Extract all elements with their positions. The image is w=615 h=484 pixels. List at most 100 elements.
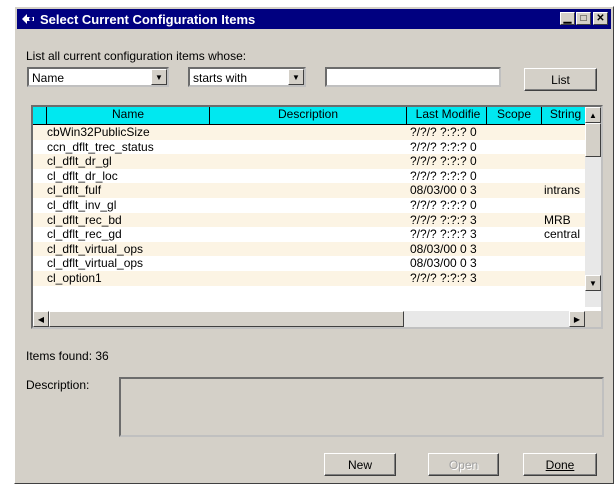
cell-scope (487, 169, 542, 184)
scroll-down-icon[interactable]: ▼ (585, 275, 601, 291)
filter-value-input[interactable] (325, 67, 501, 87)
row-selector (33, 140, 47, 155)
column-header-description[interactable]: Description (210, 107, 407, 125)
cell-name: cl_dflt_virtual_ops (47, 241, 144, 256)
cell-name: cl_option1 (47, 270, 102, 285)
cell-name: cl_dflt_virtual_ops (47, 256, 144, 271)
cell-string (542, 256, 588, 271)
cell-scope (487, 256, 542, 271)
minimize-button[interactable]: ▁ (560, 12, 575, 25)
cell-string (542, 242, 588, 257)
app-icon (20, 12, 36, 26)
operator-select-value: starts with (193, 71, 248, 85)
done-button[interactable]: Done (523, 453, 597, 476)
cell-name: cl_dflt_dr_gl (47, 154, 112, 169)
horizontal-scroll-thumb[interactable] (49, 311, 404, 327)
table-row[interactable]: cl_dflt_dr_gl ?/?/? ?:?:? 0 (33, 154, 588, 169)
cell-string (542, 140, 588, 155)
close-button[interactable]: ✕ (593, 12, 608, 25)
cell-last-modified: ?/?/? ?:?:? 3 (410, 227, 477, 242)
cell-description (210, 125, 407, 140)
cell-description (210, 198, 407, 213)
window-title: Select Current Configuration Items (40, 11, 256, 27)
cell-scope (487, 154, 542, 169)
cell-last-modified: ?/?/? ?:?:? 0 (410, 139, 477, 154)
table-header: Name Description Last Modifie Scope Stri… (33, 107, 588, 125)
column-header-name[interactable]: Name (47, 107, 210, 125)
cell-description (210, 183, 407, 198)
maximize-button[interactable]: □ (576, 12, 591, 25)
table-row[interactable]: cl_dflt_fulf 08/03/00 0 3 intrans (33, 183, 588, 198)
header-selector (33, 107, 47, 125)
row-selector (33, 242, 47, 257)
cell-name: cl_dflt_dr_loc (47, 168, 118, 183)
new-button[interactable]: New (324, 453, 396, 476)
scroll-corner (585, 311, 601, 327)
cell-name: cl_dflt_rec_gd (47, 227, 122, 242)
cell-description (210, 213, 407, 228)
table-row[interactable]: cl_dflt_rec_bd ?/?/? ?:?:? 3 MRB (33, 212, 588, 228)
cell-scope (487, 125, 542, 140)
description-field (119, 377, 604, 437)
scroll-up-icon[interactable]: ▲ (585, 107, 601, 123)
row-selector (33, 227, 47, 242)
cell-description (210, 154, 407, 169)
cell-string: intrans (544, 183, 581, 198)
table-row[interactable]: cl_dflt_rec_gd ?/?/? ?:?:? 3 central (33, 227, 588, 242)
field-select-value: Name (32, 71, 65, 85)
table-row[interactable]: cl_dflt_dr_loc ?/?/? ?:?:? 0 (33, 168, 588, 184)
maximize-icon: □ (580, 12, 587, 24)
cell-scope (487, 183, 542, 198)
cell-name: cl_dflt_inv_gl (47, 197, 117, 212)
column-header-scope[interactable]: Scope (487, 107, 542, 125)
cell-scope (487, 242, 542, 257)
cell-string (542, 154, 588, 169)
operator-select[interactable]: starts with ▼ (188, 67, 306, 87)
chevron-down-icon[interactable]: ▼ (288, 69, 304, 85)
row-selector (33, 169, 47, 184)
table-row[interactable]: cl_dflt_virtual_ops 08/03/00 0 3 (33, 256, 588, 271)
column-header-string[interactable]: String (542, 107, 588, 125)
row-selector (33, 183, 47, 198)
row-selector (33, 198, 47, 213)
cell-description (210, 256, 407, 271)
cell-scope (487, 227, 542, 242)
column-header-last-modified[interactable]: Last Modifie (407, 107, 487, 125)
cell-string (542, 198, 588, 213)
table-row[interactable]: cl_dflt_inv_gl ?/?/? ?:?:? 0 (33, 197, 588, 213)
cell-description (210, 242, 407, 257)
description-label: Description: (26, 378, 90, 392)
chevron-down-icon[interactable]: ▼ (151, 69, 167, 85)
config-items-table[interactable]: Name Description Last Modifie Scope Stri… (31, 105, 603, 329)
items-found-count: Items found: 36 (26, 349, 109, 363)
horizontal-scrollbar[interactable]: ◀ ▶ (33, 311, 585, 327)
table-body: cbWin32PublicSize ?/?/? ?:?:? 0 ccn_dflt_t… (33, 125, 588, 286)
table-row[interactable]: cbWin32PublicSize ?/?/? ?:?:? 0 (33, 125, 588, 140)
cell-last-modified: 08/03/00 0 3 (410, 183, 477, 198)
cell-scope (487, 140, 542, 155)
cell-last-modified: ?/?/? ?:?:? 0 (410, 197, 477, 212)
list-button[interactable]: List (524, 68, 597, 91)
cell-string: MRB (544, 212, 571, 227)
scroll-right-icon[interactable]: ▶ (569, 311, 585, 327)
cell-last-modified: 08/03/00 0 3 (410, 256, 477, 271)
cell-scope (487, 213, 542, 228)
field-select[interactable]: Name ▼ (27, 67, 169, 87)
cell-string: central (544, 227, 581, 242)
cell-name: cl_dflt_rec_bd (47, 212, 122, 227)
cell-description (210, 169, 407, 184)
row-selector (33, 213, 47, 228)
table-row[interactable]: ccn_dflt_trec_status ?/?/? ?:?:? 0 (33, 139, 588, 155)
open-button[interactable]: Open (428, 453, 499, 476)
vertical-scrollbar[interactable]: ▲ ▼ (585, 107, 601, 307)
cell-string (542, 169, 588, 184)
scroll-left-icon[interactable]: ◀ (33, 311, 49, 327)
cell-last-modified: ?/?/? ?:?:? 0 (410, 154, 477, 169)
table-row[interactable]: cl_option1 ?/?/? ?:?:? 3 (33, 270, 588, 286)
title-bar[interactable]: Select Current Configuration Items ▁ □ ✕ (17, 9, 611, 29)
table-row[interactable]: cl_dflt_virtual_ops 08/03/00 0 3 (33, 241, 588, 257)
cell-last-modified: ?/?/? ?:?:? 0 (410, 125, 477, 139)
select-config-items-dialog: Select Current Configuration Items ▁ □ ✕… (14, 6, 614, 484)
vertical-scroll-thumb[interactable] (585, 123, 601, 157)
cell-last-modified: ?/?/? ?:?:? 3 (410, 270, 477, 285)
